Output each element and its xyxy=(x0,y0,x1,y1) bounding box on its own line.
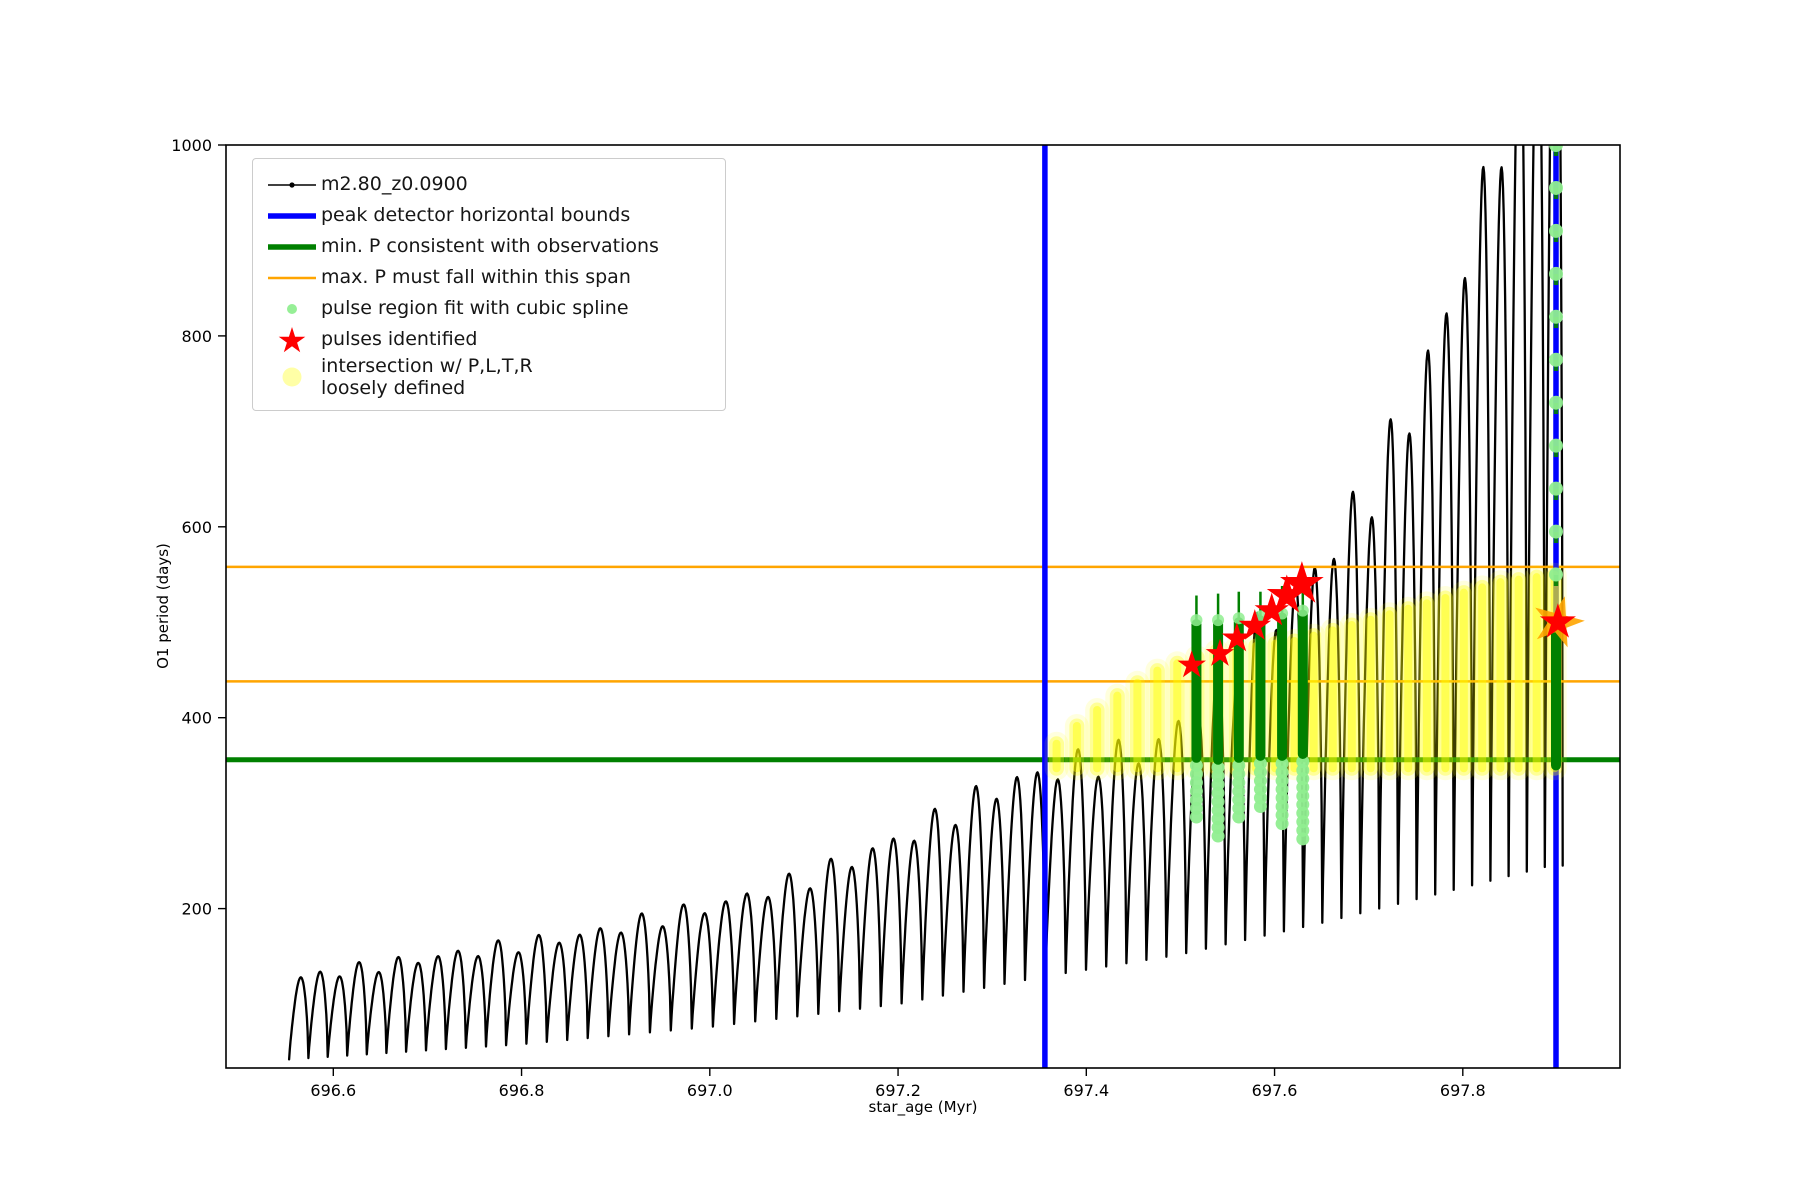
series-line-icon xyxy=(263,170,321,200)
x-tick-label: 696.6 xyxy=(310,1081,356,1100)
x-tick-label: 697.4 xyxy=(1063,1081,1109,1100)
x-tick-label: 697.0 xyxy=(687,1081,733,1100)
legend-item-spline: pulse region fit with cubic spline xyxy=(263,293,711,324)
y-tick-label: 200 xyxy=(181,900,212,919)
y-axis-label: O1 period (days) xyxy=(154,543,172,669)
legend-item-max-p: max. P must fall within this span xyxy=(263,262,711,293)
legend-item-pulses: pulses identified xyxy=(263,324,711,355)
y-tick-label: 800 xyxy=(181,327,212,346)
legend-item-series: m2.80_z0.0900 xyxy=(263,169,711,200)
x-tick-label: 697.8 xyxy=(1440,1081,1486,1100)
legend-item-label: m2.80_z0.0900 xyxy=(321,173,468,196)
legend-item-label: max. P must fall within this span xyxy=(321,266,631,289)
y-tick-label: 600 xyxy=(181,518,212,537)
x-tick-label: 697.6 xyxy=(1252,1081,1298,1100)
legend-item-label: pulse region fit with cubic spline xyxy=(321,297,629,320)
legend-item-label: pulses identified xyxy=(321,328,478,351)
legend-item-intersection: intersection w/ P,L,T,R loosely defined xyxy=(263,355,711,400)
legend-item-label: intersection w/ P,L,T,R loosely defined xyxy=(321,355,533,400)
x-tick-label: 696.8 xyxy=(499,1081,545,1100)
legend-box: m2.80_z0.0900 peak detector horizontal b… xyxy=(252,158,726,411)
orange-line-icon xyxy=(263,263,321,293)
red-star-icon xyxy=(263,325,321,355)
legend-item-min-p: min. P consistent with observations xyxy=(263,231,711,262)
blue-line-icon xyxy=(263,201,321,231)
figure-canvas: 696.6 696.8 697.0 697.2 697.4 697.6 697.8 200 40… xyxy=(0,0,1800,1200)
legend-item-label: min. P consistent with observations xyxy=(321,235,659,258)
legend-item-label: peak detector horizontal bounds xyxy=(321,204,631,227)
legend-item-peak-bounds: peak detector horizontal bounds xyxy=(263,200,711,231)
yellow-dot-icon xyxy=(263,362,321,392)
y-tick-label: 400 xyxy=(181,709,212,728)
green-line-icon xyxy=(263,232,321,262)
x-axis-label: star_age (Myr) xyxy=(868,1098,978,1116)
lightgreen-dot-icon xyxy=(263,294,321,324)
y-tick-label: 1000 xyxy=(171,136,212,155)
